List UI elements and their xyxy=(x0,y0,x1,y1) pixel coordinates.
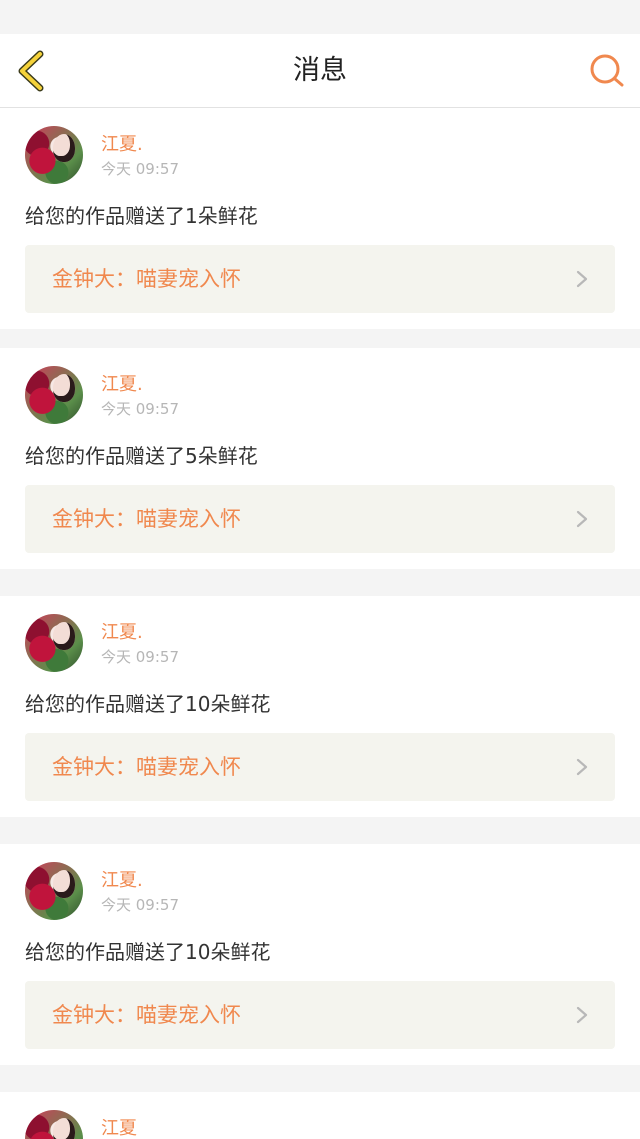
avatar[interactable] xyxy=(25,126,83,184)
message-text: 给您的作品赠送了5朵鲜花 xyxy=(25,444,258,468)
work-link[interactable]: 金钟大：喵妻宠入怀 xyxy=(25,245,615,313)
work-title: 金钟大：喵妻宠入怀 xyxy=(52,267,241,291)
avatar[interactable] xyxy=(25,862,83,920)
navigation-bar: 消息 xyxy=(0,34,640,108)
message-text: 给您的作品赠送了1朵鲜花 xyxy=(25,204,258,228)
work-link[interactable]: 金钟大：喵妻宠入怀 xyxy=(25,981,615,1049)
message-time: 今天 09:57 xyxy=(101,160,179,178)
avatar[interactable] xyxy=(25,614,83,672)
message-time: 今天 09:57 xyxy=(101,648,179,666)
sender-name[interactable]: 江夏. xyxy=(101,130,143,156)
message-card: 江夏. 今天 09:57 给您的作品赠送了10朵鲜花 金钟大：喵妻宠入怀 xyxy=(0,596,640,817)
chevron-right-icon xyxy=(576,270,588,288)
work-title: 金钟大：喵妻宠入怀 xyxy=(52,507,241,531)
work-title: 金钟大：喵妻宠入怀 xyxy=(52,755,241,779)
avatar[interactable] xyxy=(25,1110,83,1139)
message-card: 江夏. 今天 09:57 给您的作品赠送了1朵鲜花 金钟大：喵妻宠入怀 xyxy=(0,108,640,329)
work-title: 金钟大：喵妻宠入怀 xyxy=(52,1003,241,1027)
sender-name[interactable]: 江夏. xyxy=(101,618,143,644)
search-button[interactable] xyxy=(588,52,626,90)
avatar[interactable] xyxy=(25,366,83,424)
work-link[interactable]: 金钟大：喵妻宠入怀 xyxy=(25,485,615,553)
chevron-right-icon xyxy=(576,758,588,776)
chevron-right-icon xyxy=(576,1006,588,1024)
sender-name[interactable]: 江夏. xyxy=(101,370,143,396)
chevron-right-icon xyxy=(576,510,588,528)
page-title: 消息 xyxy=(293,55,347,86)
sender-name[interactable]: 江夏 xyxy=(101,1114,137,1139)
message-text: 给您的作品赠送了10朵鲜花 xyxy=(25,692,271,716)
status-bar-area xyxy=(0,0,640,34)
message-card: 江夏 xyxy=(0,1092,640,1139)
message-text: 给您的作品赠送了10朵鲜花 xyxy=(25,940,271,964)
message-time: 今天 09:57 xyxy=(101,896,179,914)
work-link[interactable]: 金钟大：喵妻宠入怀 xyxy=(25,733,615,801)
message-card: 江夏. 今天 09:57 给您的作品赠送了10朵鲜花 金钟大：喵妻宠入怀 xyxy=(0,844,640,1065)
message-card: 江夏. 今天 09:57 给您的作品赠送了5朵鲜花 金钟大：喵妻宠入怀 xyxy=(0,348,640,569)
message-time: 今天 09:57 xyxy=(101,400,179,418)
search-icon xyxy=(590,54,624,87)
sender-name[interactable]: 江夏. xyxy=(101,866,143,892)
